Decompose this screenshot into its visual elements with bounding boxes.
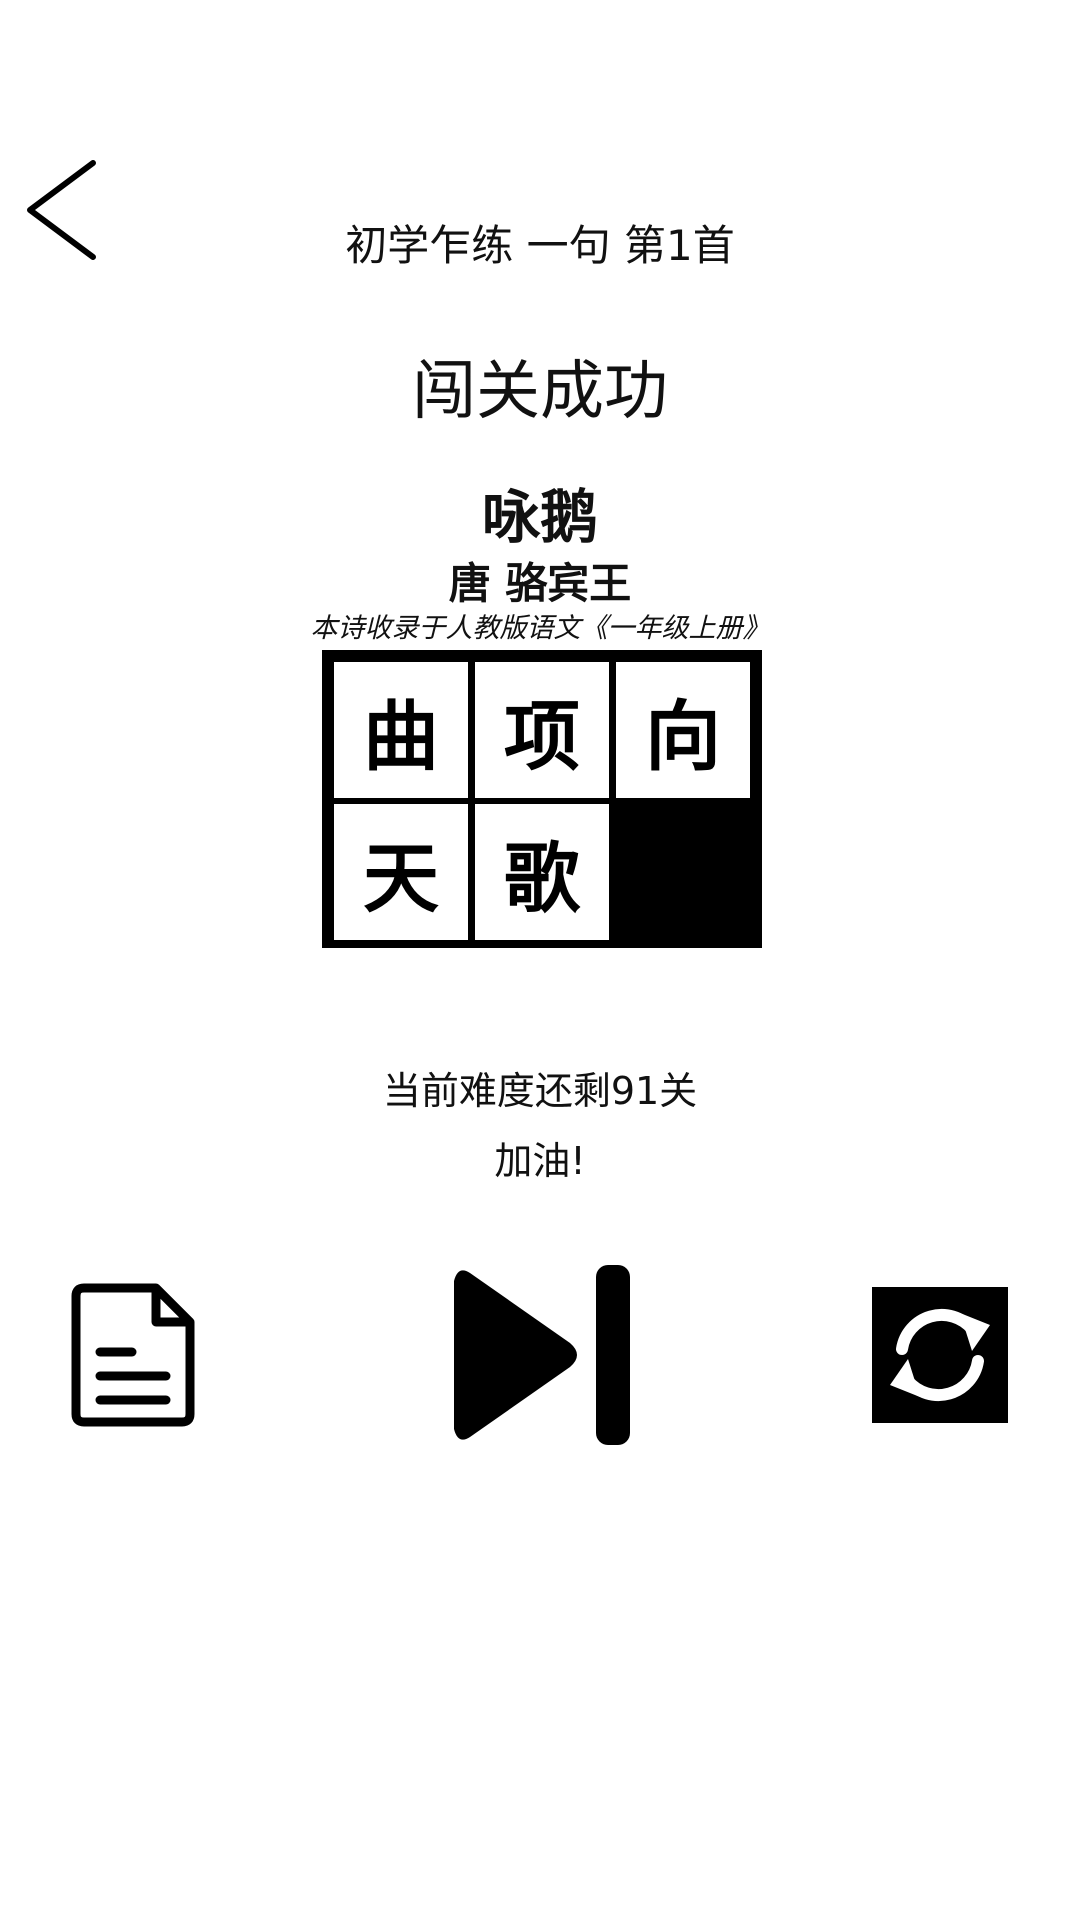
document-icon (71, 1283, 195, 1427)
level-title: 初学乍练 一句 第1首 (345, 221, 735, 270)
next-level-button[interactable] (440, 1255, 650, 1455)
grid-cell[interactable]: 天 (334, 804, 468, 940)
remaining-levels-text: 当前难度还剩91关 (382, 1069, 698, 1113)
refresh-icon (890, 1308, 990, 1402)
poem-text-button[interactable] (70, 1280, 200, 1430)
grid-cell[interactable]: 歌 (475, 804, 609, 940)
poem-source: 本诗收录于人教版语文《一年级上册》 (310, 613, 770, 644)
result-title: 闯关成功 (412, 355, 668, 429)
poem-title: 咏鹅 (481, 483, 598, 551)
grid-cell[interactable]: 曲 (334, 662, 468, 798)
character-grid: 曲 项 向 天 歌 (322, 650, 762, 948)
cheer-text: 加油! (494, 1139, 586, 1183)
skip-next-icon (454, 1265, 630, 1445)
poem-author: 唐 骆宾王 (448, 559, 632, 608)
grid-cell[interactable]: 向 (616, 662, 750, 798)
restart-button[interactable] (872, 1287, 1008, 1423)
grid-cell[interactable]: 项 (475, 662, 609, 798)
